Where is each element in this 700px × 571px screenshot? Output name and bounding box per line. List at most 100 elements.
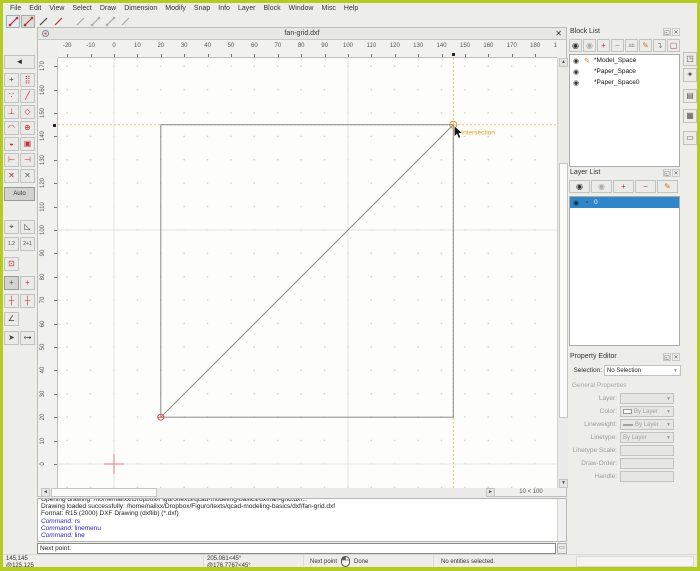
block-row[interactable]: ◉ *Paper_Space — [570, 66, 679, 77]
snap-intersection-button[interactable]: ✕ — [4, 169, 19, 183]
rename-block-button[interactable]: ab — [625, 39, 638, 52]
vertical-scrollbar[interactable]: ▲ ▼ — [557, 58, 568, 488]
snap-perpendicular-button[interactable]: ⊥ — [4, 105, 19, 119]
set-relative-zero-button[interactable]: ➤ — [4, 331, 19, 345]
restrict-off-button[interactable]: + — [4, 276, 19, 290]
snap-auto-button[interactable]: Auto — [4, 187, 35, 201]
v-ruler-label: 80 — [40, 273, 46, 281]
close-panel-icon[interactable]: ✕ — [672, 353, 680, 361]
snap-relative-icon: 2+1 — [23, 241, 32, 247]
drawing-title: fan-grid.dxf — [284, 30, 320, 37]
snap-grid-button[interactable]: ⣿ — [20, 73, 35, 87]
scroll-right-icon[interactable]: ► — [486, 488, 495, 497]
block-row[interactable]: ◉ *Paper_Space0 — [570, 77, 679, 88]
block-row[interactable]: ◉ ✎ *Model_Space — [570, 55, 679, 66]
menu-info[interactable]: Info — [214, 4, 234, 13]
float-panel-icon[interactable]: ◱ — [663, 28, 671, 36]
restrict-vertical-button[interactable]: ┼ — [20, 294, 35, 308]
selection-combobox[interactable]: No Selection ▼ — [604, 365, 681, 376]
menu-block[interactable]: Block — [259, 4, 284, 13]
show-all-layers-button[interactable]: ◉ — [569, 180, 590, 193]
close-icon[interactable]: ✕ — [555, 29, 562, 38]
horizontal-scrollbar[interactable]: ◄ ► — [41, 488, 495, 498]
menu-modify[interactable]: Modify — [161, 4, 190, 13]
menu-layer[interactable]: Layer — [234, 4, 260, 13]
command-options-button[interactable]: ▭ — [557, 543, 567, 554]
show-all-blocks-button[interactable]: ◉ — [569, 39, 582, 52]
back-button[interactable]: ◄ — [4, 55, 35, 69]
menu-view[interactable]: View — [45, 4, 68, 13]
scroll-down-icon[interactable]: ▼ — [559, 479, 568, 488]
command-line-toggle-button[interactable]: ▭ — [683, 131, 697, 145]
eye-icon[interactable]: ◉ — [572, 68, 580, 76]
close-panel-icon[interactable]: ✕ — [672, 169, 680, 177]
menu-window[interactable]: Window — [285, 4, 318, 13]
lock-icon[interactable]: ▫ — [583, 199, 591, 206]
hide-all-layers-button[interactable]: ◉ — [591, 180, 612, 193]
eye-icon[interactable]: ◉ — [572, 199, 580, 207]
h-ruler-label: 20 — [157, 43, 165, 49]
add-block-button[interactable]: + — [597, 39, 610, 52]
drawing-canvas[interactable]: Intersection — [58, 58, 557, 488]
line-icon — [105, 16, 115, 27]
snap-coordinate-polar-button[interactable]: ◺ — [20, 220, 35, 234]
snap-center-button[interactable]: ⊕ — [20, 121, 35, 135]
menu-draw[interactable]: Draw — [96, 4, 120, 13]
horizontal-scroll-thumb[interactable] — [51, 488, 157, 497]
layer-list-toggle-button[interactable]: ▦ — [683, 109, 697, 123]
snap-on-entity-button[interactable]: ╱ — [20, 89, 35, 103]
scroll-up-icon[interactable]: ▲ — [559, 58, 568, 67]
snap-reference-manual-button[interactable]: ⊡ — [4, 257, 19, 271]
restrict-horizontal-button[interactable]: ┼ — [4, 294, 19, 308]
snap-tangential-button[interactable]: ◠ — [4, 121, 19, 135]
snap-angle-button[interactable]: ∠ — [4, 312, 19, 326]
edit-layer-button[interactable]: ✎ — [657, 180, 678, 193]
line-icon — [39, 17, 47, 26]
menu-select[interactable]: Select — [68, 4, 95, 13]
hide-all-blocks-button[interactable]: ◉ — [583, 39, 596, 52]
back-icon: ◄ — [15, 57, 24, 66]
menu-help[interactable]: Help — [340, 4, 362, 13]
snap-intersection-manual-button[interactable]: ✕ — [20, 169, 35, 183]
v-ruler-tick — [54, 183, 57, 185]
menu-dimension[interactable]: Dimension — [120, 4, 161, 13]
command-input[interactable] — [37, 543, 556, 554]
menu-file[interactable]: File — [6, 4, 25, 13]
scroll-left-icon[interactable]: ◄ — [41, 488, 50, 497]
float-panel-icon[interactable]: ◱ — [663, 353, 671, 361]
eye-icon[interactable]: ◉ — [572, 57, 580, 65]
snap-reference-button[interactable]: ◇ — [20, 105, 35, 119]
snap-free-button[interactable]: + — [4, 73, 19, 87]
menu-snap[interactable]: Snap — [190, 4, 214, 13]
close-panel-icon[interactable]: ✕ — [672, 28, 680, 36]
snap-distance-button[interactable]: ⊢ — [4, 153, 19, 167]
block-list-toggle-button[interactable]: ▤ — [683, 89, 697, 103]
layer-row[interactable]: ◉ ▫ 0 — [570, 197, 679, 208]
float-panel-icon[interactable]: ◱ — [663, 169, 671, 177]
snap-middle-manual-button[interactable]: ▣ — [20, 137, 35, 151]
menu-edit[interactable]: Edit — [25, 4, 45, 13]
eye-icon[interactable]: ◉ — [572, 79, 580, 87]
lock-relative-zero-button[interactable]: ⊶ — [20, 331, 35, 345]
diagonal-entity[interactable] — [160, 124, 454, 418]
command-scrollbar[interactable] — [557, 499, 566, 541]
restrict-orthogonal-button[interactable]: + — [20, 276, 35, 290]
property-row: Layer: ▼ — [568, 393, 681, 405]
snap-middle-button[interactable]: ◒ — [4, 137, 19, 151]
library-browser-toggle-button[interactable]: ✦ — [683, 68, 697, 82]
remove-block-button[interactable]: − — [611, 39, 624, 52]
select-block-references-button[interactable]: ▢ — [667, 39, 680, 52]
remove-layer-button[interactable]: − — [635, 180, 656, 193]
vertical-scroll-thumb[interactable] — [559, 163, 568, 418]
snap-coordinate-button[interactable]: ⌖ — [4, 220, 19, 234]
snap-distances-button[interactable]: 1.2 — [4, 237, 19, 251]
edit-block-button[interactable]: ✎ — [639, 39, 652, 52]
snap-relative-button[interactable]: 2+1 — [20, 237, 35, 251]
insert-block-button[interactable]: ↴ — [653, 39, 666, 52]
add-layer-button[interactable]: + — [613, 180, 634, 193]
snap-endpoints-button[interactable]: ∵ — [4, 89, 19, 103]
menu-misc[interactable]: Misc — [318, 4, 340, 13]
snap-distance-manual-button[interactable]: ⊣ — [20, 153, 35, 167]
property-editor-toggle-button[interactable]: ◳ — [683, 52, 697, 66]
v-ruler-tick — [54, 417, 57, 419]
